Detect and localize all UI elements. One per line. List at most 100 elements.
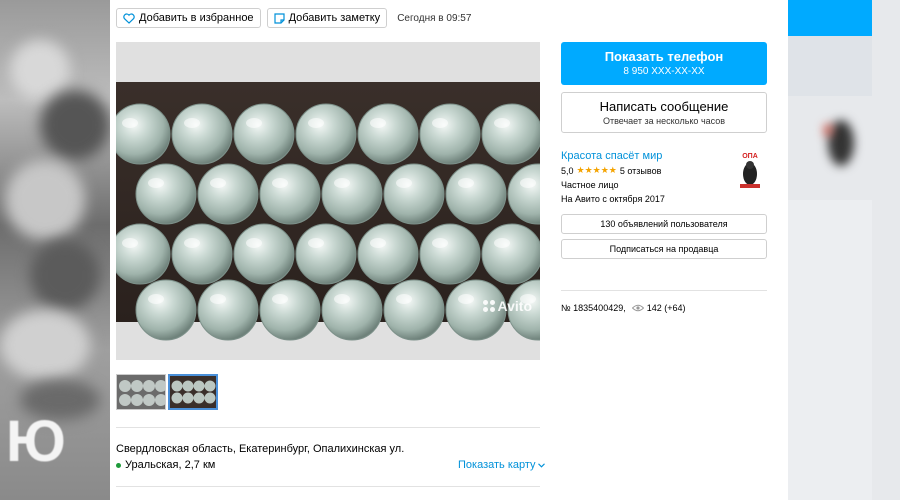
glass-highlight	[308, 118, 324, 128]
divider	[116, 427, 540, 428]
views-count: 142 (+64)	[646, 303, 686, 313]
response-time-note: Отвечает за несколько часов	[602, 116, 726, 126]
glass-highlight	[246, 118, 262, 128]
views-counter: 142 (+64)	[631, 303, 686, 313]
glass-ball	[135, 279, 197, 341]
masked-phone: 8 950 XXX-XX-XX	[623, 66, 705, 77]
rating-value: 5,0	[561, 165, 574, 176]
avito-watermark-logo: Ю	[6, 409, 66, 474]
glass-ball	[321, 279, 383, 341]
glass-highlight	[148, 178, 164, 188]
glass-highlight	[520, 178, 536, 188]
glass-ball	[321, 163, 383, 225]
glass-highlight	[370, 238, 386, 248]
avatar-logo-text: ОПА	[742, 153, 758, 160]
reviews-link[interactable]: 5 отзывов	[620, 166, 662, 176]
metro-label: Уральская, 2,7 км	[125, 459, 216, 471]
glass-ball	[116, 223, 171, 285]
divider	[561, 290, 767, 291]
glass-highlight	[246, 238, 262, 248]
avito-watermark-text: Avito	[497, 298, 532, 314]
glass-highlight	[308, 238, 324, 248]
glass-highlight	[272, 178, 288, 188]
seller-avatar[interactable]: ОПА	[735, 150, 765, 192]
glass-ball	[383, 163, 445, 225]
glass-highlight	[458, 294, 474, 304]
note-label: Добавить заметку	[288, 12, 381, 24]
glass-ball	[481, 223, 540, 285]
thumbnail-image	[117, 375, 165, 409]
user-listings-button[interactable]: 130 объявлений пользователя	[561, 214, 767, 234]
glass-highlight	[396, 294, 412, 304]
thumbnail-1[interactable]	[116, 374, 166, 410]
background-left-blur: Ю	[0, 0, 110, 500]
glass-ball	[295, 103, 357, 165]
write-message-button[interactable]: Написать сообщение Отвечает за несколько…	[561, 92, 767, 133]
glass-highlight	[334, 294, 350, 304]
glass-ball	[481, 103, 540, 165]
glass-highlight	[122, 238, 138, 248]
heart-icon	[123, 12, 135, 24]
show-map-label: Показать карту	[458, 459, 536, 471]
seller-since: На Авито с октября 2017	[561, 194, 665, 204]
glass-highlight	[432, 118, 448, 128]
glass-ball	[295, 223, 357, 285]
show-phone-label: Показать телефон	[604, 49, 724, 64]
publish-date: Сегодня в 09:57	[397, 12, 472, 24]
subscribe-seller-button[interactable]: Подписаться на продавца	[561, 239, 767, 259]
glass-highlight	[370, 118, 386, 128]
main-photo[interactable]: Avito	[116, 42, 540, 360]
glass-ball	[171, 103, 233, 165]
glass-highlight	[432, 238, 448, 248]
metro-line-icon	[116, 462, 121, 468]
glass-highlight	[210, 178, 226, 188]
glass-ball	[116, 103, 171, 165]
listing-main: Добавить в избранное Добавить заметку Се…	[110, 0, 788, 500]
glass-highlight	[184, 118, 200, 128]
glass-ball	[233, 223, 295, 285]
listing-toolbar: Добавить в избранное Добавить заметку Се…	[116, 8, 471, 28]
glass-ball	[357, 103, 419, 165]
glass-ball	[197, 279, 259, 341]
listing-meta: № 1835400429, 142 (+64)	[561, 303, 686, 313]
glass-ball	[233, 103, 295, 165]
background-right-blur	[788, 0, 900, 500]
glass-ball	[419, 103, 481, 165]
add-to-favorites-button[interactable]: Добавить в избранное	[116, 8, 261, 28]
eye-icon	[631, 304, 644, 312]
metro-station: Уральская, 2,7 км	[116, 459, 215, 471]
glass-balls-photo	[116, 42, 540, 360]
glass-ball	[357, 223, 419, 285]
glass-ball	[171, 223, 233, 285]
thumbnail-image	[170, 376, 216, 408]
glass-ball	[419, 223, 481, 285]
glass-ball	[445, 163, 507, 225]
glass-ball	[197, 163, 259, 225]
add-note-button[interactable]: Добавить заметку	[266, 8, 388, 28]
item-address: Свердловская область, Екатеринбург, Опал…	[116, 443, 405, 455]
thumbnail-2[interactable]	[168, 374, 218, 410]
avito-photo-watermark: Avito	[482, 298, 532, 314]
show-map-link[interactable]: Показать карту	[458, 459, 545, 471]
glass-highlight	[272, 294, 288, 304]
glass-highlight	[396, 178, 412, 188]
glass-highlight	[122, 118, 138, 128]
avito-dots-icon	[482, 300, 495, 312]
chevron-down-icon	[537, 462, 545, 468]
rating-stars-icon: ★★★★★	[576, 165, 617, 175]
glass-ball	[383, 279, 445, 341]
listing-number: № 1835400429,	[561, 303, 626, 313]
glass-ball	[135, 163, 197, 225]
glass-highlight	[210, 294, 226, 304]
favorite-label: Добавить в избранное	[139, 12, 254, 24]
thumbnail-strip	[116, 374, 218, 410]
glass-highlight	[458, 178, 474, 188]
note-icon	[273, 12, 285, 24]
divider	[116, 486, 540, 487]
seller-info: Красота спасёт мир 5,0 ★★★★★ 5 отзывов Ч…	[561, 150, 767, 204]
glass-highlight	[184, 238, 200, 248]
show-phone-button[interactable]: Показать телефон 8 950 XXX-XX-XX	[561, 42, 767, 85]
glass-highlight	[494, 118, 510, 128]
glass-ball	[259, 279, 321, 341]
glass-highlight	[494, 238, 510, 248]
